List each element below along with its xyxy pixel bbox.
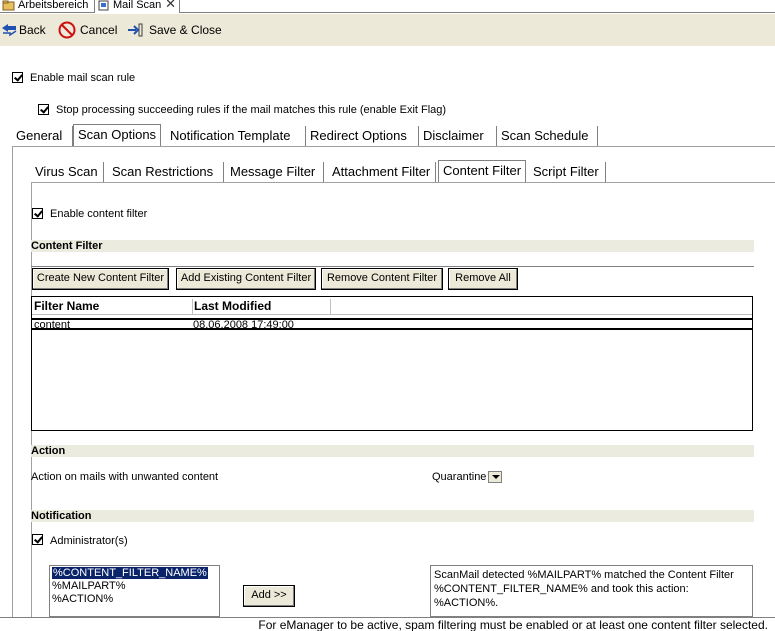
add-variable-button[interactable]: Add >>	[243, 585, 295, 607]
exit-flag-checkbox[interactable]	[38, 104, 49, 115]
back-icon	[2, 24, 17, 37]
administrators-checkbox[interactable]	[32, 534, 43, 545]
workspace-icon	[2, 0, 15, 11]
cell-filter-name: content	[34, 319, 71, 331]
tab-scan-options[interactable]: Scan Options	[73, 124, 161, 146]
table-row[interactable]: content 08.06.2008 17:49:00	[32, 318, 752, 331]
notification-message-textarea[interactable]: ScanMail detected %MAILPART% matched the…	[430, 565, 753, 617]
save-close-button[interactable]: Save & Close	[127, 21, 222, 39]
cell-last-modified: 08.06.2008 17:49:00	[193, 319, 294, 331]
enable-content-filter-label: Enable content filter	[50, 208, 148, 220]
tab-script-filter[interactable]: Script Filter	[529, 162, 606, 182]
cancel-button[interactable]: Cancel	[57, 21, 119, 39]
cancel-label: Cancel	[80, 23, 118, 37]
sub-tab-strip: Virus Scan Scan Restrictions Message Fil…	[31, 160, 775, 184]
tab-scan-restrictions[interactable]: Scan Restrictions	[108, 162, 224, 182]
tab-attachment-filter[interactable]: Attachment Filter	[328, 162, 436, 182]
mail-scan-icon	[98, 0, 109, 11]
administrators-label: Administrator(s)	[50, 535, 128, 547]
save-close-label: Save & Close	[149, 23, 222, 37]
doc-tab-label: Arbeitsbereich	[18, 0, 89, 11]
chevron-down-icon[interactable]	[488, 471, 503, 484]
exit-flag-label: Stop processing succeeding rules if the …	[56, 104, 447, 116]
action-label: Action on mails with unwanted content	[31, 471, 219, 483]
tab-message-filter[interactable]: Message Filter	[226, 162, 324, 182]
section-header-action: Action	[31, 445, 754, 457]
status-text: For eManager to be active, spam filterin…	[258, 618, 768, 631]
tab-scan-schedule[interactable]: Scan Schedule	[497, 126, 598, 146]
tab-notification-template[interactable]: Notification Template	[166, 126, 306, 146]
enable-mail-scan-rule-label: Enable mail scan rule	[30, 72, 136, 84]
back-label: Back	[19, 23, 46, 37]
list-item[interactable]: %CONTENT_FILTER_NAME%	[52, 567, 208, 579]
back-button[interactable]: Back	[0, 21, 50, 39]
doc-tab-label: Mail Scan	[113, 0, 162, 11]
close-icon[interactable]: ✕	[165, 0, 176, 10]
tab-general[interactable]: General	[12, 126, 73, 146]
list-item[interactable]: %ACTION%	[52, 593, 113, 605]
tab-content-filter[interactable]: Content Filter	[438, 160, 526, 182]
list-item[interactable]: %MAILPART%	[52, 580, 126, 592]
create-content-filter-button[interactable]: Create New Content Filter	[32, 268, 169, 290]
section-header-notification: Notification	[31, 510, 754, 522]
doc-tab-mail-scan[interactable]: Mail Scan ✕	[94, 0, 180, 13]
remove-content-filter-button[interactable]: Remove Content Filter	[321, 268, 443, 290]
column-header-last-modified[interactable]: Last Modified	[193, 299, 331, 314]
doc-tab-workspace[interactable]: Arbeitsbereich	[0, 0, 92, 13]
divider	[31, 266, 754, 267]
main-tab-strip: General Scan Options Notification Templa…	[12, 124, 775, 148]
section-header-content-filter: Content Filter	[31, 240, 754, 252]
content-filter-table: Filter Name Last Modified content 08.06.…	[31, 296, 753, 431]
enable-mail-scan-rule-checkbox[interactable]	[12, 72, 23, 83]
document-tab-bar: Arbeitsbereich Mail Scan ✕	[0, 0, 775, 13]
toolbar: Back Cancel Save & Close	[0, 14, 775, 46]
action-select-value: Quarantine	[432, 471, 487, 483]
header-divider	[32, 314, 752, 315]
enable-content-filter-checkbox[interactable]	[32, 208, 43, 219]
variable-listbox[interactable]: %CONTENT_FILTER_NAME% %MAILPART% %ACTION…	[49, 565, 220, 617]
action-select[interactable]: Quarantine	[432, 470, 503, 484]
tab-virus-scan[interactable]: Virus Scan	[31, 162, 104, 182]
save-close-icon	[128, 23, 143, 37]
column-header-filter-name[interactable]: Filter Name	[34, 299, 193, 314]
add-existing-content-filter-button[interactable]: Add Existing Content Filter	[176, 268, 316, 290]
tab-disclaimer[interactable]: Disclaimer	[419, 126, 497, 146]
status-bar: For eManager to be active, spam filterin…	[0, 617, 775, 631]
tab-redirect-options[interactable]: Redirect Options	[306, 126, 419, 146]
remove-all-button[interactable]: Remove All	[448, 268, 518, 290]
cancel-icon	[58, 21, 76, 39]
